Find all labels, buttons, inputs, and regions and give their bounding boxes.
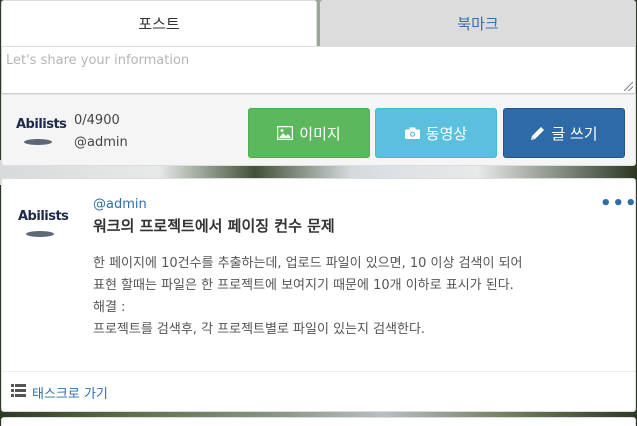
composer-footer: Abilists 0/4900 @admin 이미지 동영상 글 쓰기 bbox=[1, 94, 636, 166]
author-avatar: Abilists bbox=[18, 209, 74, 245]
go-to-task-label: 태스크로 가기 bbox=[32, 387, 108, 402]
abilists-logo: Abilists bbox=[16, 117, 72, 153]
write-button[interactable]: 글 쓰기 bbox=[503, 108, 625, 158]
logo-swoosh bbox=[24, 139, 52, 145]
post-body-line: 해결 : bbox=[93, 300, 126, 315]
post-body-line: 프로젝트를 검색후, 각 프로젝트별로 파일이 있는지 검색한다. bbox=[93, 322, 426, 337]
pencil-icon bbox=[530, 126, 545, 141]
camera-icon bbox=[404, 127, 420, 139]
tab-post[interactable]: 포스트 bbox=[1, 0, 317, 46]
post-input[interactable] bbox=[2, 47, 635, 93]
user-handle: @admin bbox=[74, 135, 128, 150]
go-to-task-link[interactable]: 태스크로 가기 bbox=[11, 383, 108, 402]
post-title: 워크의 프로젝트에서 페이징 컨수 문제 bbox=[93, 217, 335, 235]
resize-handle[interactable] bbox=[624, 82, 633, 91]
image-button-label: 이미지 bbox=[299, 124, 341, 143]
video-button-label: 동영상 bbox=[425, 124, 468, 143]
post-card: Abilists @admin ••• 워크의 프로젝트에서 페이징 컨수 문제… bbox=[1, 178, 637, 412]
tab-bookmark[interactable]: 북마크 bbox=[320, 0, 636, 46]
avatar-logo-text: Abilists bbox=[18, 209, 69, 224]
avatar-logo-swoosh bbox=[26, 231, 54, 237]
picture-icon bbox=[277, 126, 294, 140]
post-composer: 포스트 북마크 Abilists 0/4900 @admin 이미지 동영상 bbox=[1, 0, 636, 170]
list-icon bbox=[11, 384, 26, 401]
image-button[interactable]: 이미지 bbox=[248, 108, 370, 158]
post-body-line: 표현 할때는 파일은 한 프로젝트에 보여지기 때문에 10개 이하로 표시가 … bbox=[93, 278, 514, 293]
post-body: 한 페이지에 10건수를 추출하는데, 업로드 파일이 있으면, 10 이상 검… bbox=[93, 253, 628, 341]
character-counter: 0/4900 bbox=[74, 113, 120, 128]
video-button[interactable]: 동영상 bbox=[375, 108, 497, 158]
post-divider bbox=[2, 371, 635, 372]
composer-tabs: 포스트 북마크 bbox=[1, 0, 636, 46]
next-post-card bbox=[1, 417, 636, 426]
write-button-label: 글 쓰기 bbox=[551, 124, 598, 143]
more-dots-icon[interactable]: ••• bbox=[600, 193, 637, 214]
logo-text: Abilists bbox=[16, 117, 67, 132]
post-input-container bbox=[1, 46, 636, 94]
post-body-line: 한 페이지에 10건수를 추출하는데, 업로드 파일이 있으면, 10 이상 검… bbox=[93, 256, 523, 271]
post-author-link[interactable]: @admin bbox=[93, 197, 147, 212]
